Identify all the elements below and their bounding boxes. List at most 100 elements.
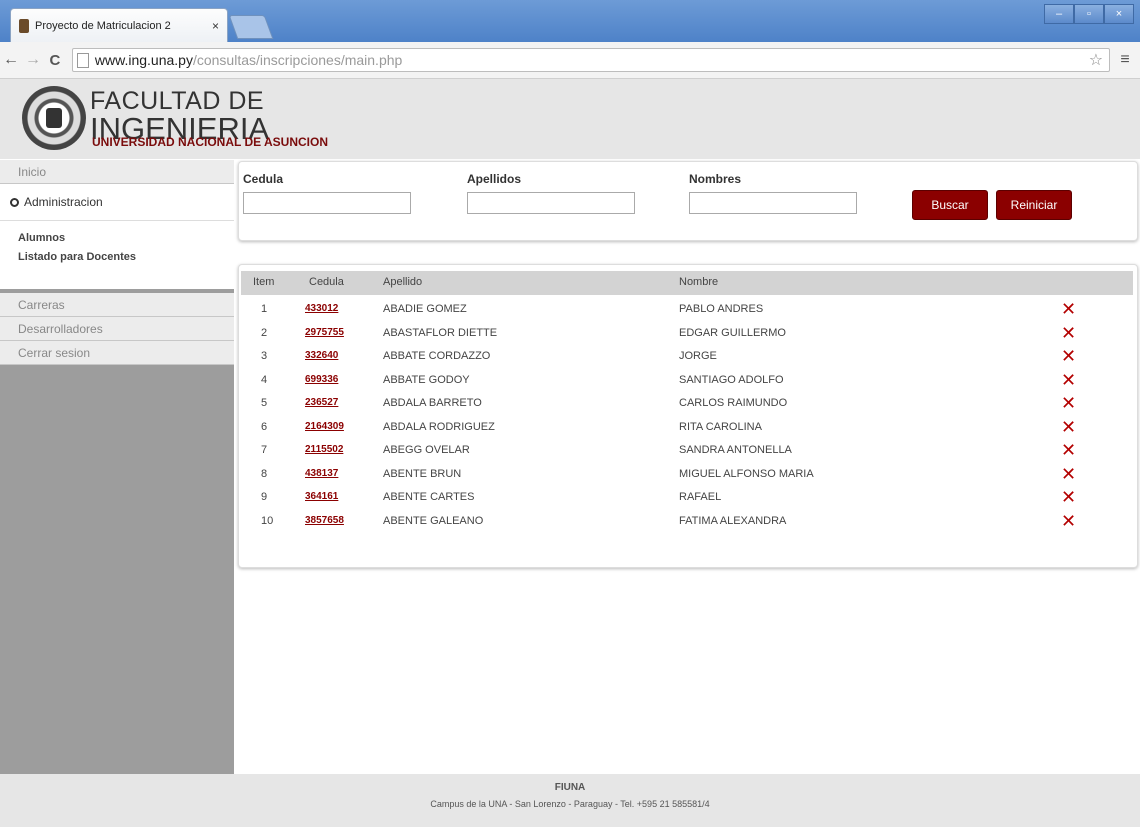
- apellido-cell: ABADIE GOMEZ: [383, 303, 467, 315]
- reiniciar-button[interactable]: Reiniciar: [996, 190, 1072, 220]
- apellido-cell: ABENTE GALEANO: [383, 514, 484, 527]
- cedula-link[interactable]: 332640: [305, 350, 338, 361]
- address-bar[interactable]: www.ing.una.py /consultas/inscripciones/…: [71, 48, 1111, 72]
- page-favicon-icon: [19, 18, 29, 33]
- apellido-cell: ABEGG OVELAR: [383, 444, 470, 456]
- table-body: 1 433012 ABADIE GOMEZ PABLO ANDRES ✕ 2 2975755…: [241, 299, 1133, 534]
- seal-emblem: [46, 108, 62, 128]
- browser-menu-icon[interactable]: ≡: [1110, 51, 1140, 69]
- apellido-cell: ABENTE CARTES: [383, 491, 475, 503]
- apellido-cell: ABASTAFLOR DIETTE: [383, 326, 498, 339]
- site-header: FACULTAD DE INGENIERIA UNIVERSIDAD NACIO…: [0, 79, 1140, 159]
- close-window-button[interactable]: ×: [1104, 4, 1134, 24]
- footer-title: FIUNA: [554, 782, 586, 793]
- sidebar-item-inicio[interactable]: Inicio: [0, 160, 234, 184]
- nombre-cell: EDGAR GUILLERMO: [679, 326, 786, 339]
- delete-icon[interactable]: ✕: [1061, 370, 1076, 390]
- submenu-link-alumnos[interactable]: Alumnos: [0, 229, 234, 248]
- table-row: 3 332640 ABBATE CORDAZZO JORGE ✕: [241, 346, 1133, 370]
- browser-toolbar: ← → C www.ing.una.py /consultas/inscripc…: [0, 42, 1140, 79]
- item-cell: 3: [261, 350, 268, 362]
- nombre-cell: RAFAEL: [679, 491, 722, 503]
- maximize-button[interactable]: ▫: [1074, 4, 1104, 24]
- cedula-link[interactable]: 438137: [305, 468, 338, 479]
- page-icon: [76, 52, 89, 68]
- footer-address: Campus de la UNA - San Lorenzo - Paragua…: [430, 799, 710, 809]
- nombres-input[interactable]: [689, 192, 857, 214]
- apellido-cell: ABDALA RODRIGUEZ: [383, 420, 495, 433]
- header-university-name: UNIVERSIDAD NACIONAL DE ASUNCION: [92, 135, 329, 149]
- table-header: Item Cedula Apellido Nombre: [241, 271, 1133, 295]
- cedula-link[interactable]: 699336: [305, 374, 338, 385]
- cedula-input[interactable]: [243, 192, 411, 214]
- item-cell: 7: [261, 444, 268, 456]
- window-controls: – ▫ ×: [1044, 4, 1134, 24]
- browser-tab[interactable]: Proyecto de Matriculacion 2 ×: [10, 8, 228, 42]
- item-cell: 4: [261, 373, 268, 386]
- header-nombre: Nombre: [679, 276, 719, 288]
- header-item: Item: [253, 276, 275, 288]
- delete-icon[interactable]: ✕: [1061, 346, 1076, 366]
- reload-button[interactable]: C: [44, 52, 66, 69]
- cedula-link[interactable]: 3857658: [305, 515, 344, 526]
- nombre-cell: SANDRA ANTONELLA: [679, 444, 792, 456]
- header-cedula: Cedula: [309, 276, 344, 288]
- cedula-link[interactable]: 236527: [305, 397, 338, 408]
- delete-icon[interactable]: ✕: [1061, 464, 1076, 484]
- results-table: Item Cedula Apellido Nombre 1 433012 ABADI…: [238, 264, 1138, 568]
- nombre-cell: FATIMA ALEXANDRA: [679, 514, 787, 527]
- admin-submenu: Alumnos Listado para Docentes: [0, 221, 234, 289]
- sidebar-item-desarrolladores[interactable]: Desarrolladores: [0, 317, 234, 341]
- cedula-link[interactable]: 364161: [305, 491, 338, 502]
- table-row: 6 2164309 ABDALA RODRIGUEZ RITA CAROLINA ✕: [241, 417, 1133, 441]
- delete-icon[interactable]: ✕: [1061, 417, 1076, 437]
- tab-close-icon[interactable]: ×: [212, 19, 219, 33]
- back-button[interactable]: ←: [0, 51, 22, 69]
- page-footer: FIUNA Campus de la UNA - San Lorenzo - P…: [0, 774, 1140, 827]
- new-tab-button[interactable]: [228, 15, 274, 39]
- item-cell: 2: [261, 326, 268, 339]
- buscar-button[interactable]: Buscar: [912, 190, 988, 220]
- delete-icon[interactable]: ✕: [1061, 511, 1076, 531]
- table-row: 1 433012 ABADIE GOMEZ PABLO ANDRES ✕: [241, 299, 1133, 323]
- item-cell: 9: [261, 491, 268, 503]
- delete-icon[interactable]: ✕: [1061, 440, 1076, 460]
- sidebar-item-carreras[interactable]: Carreras: [0, 293, 234, 317]
- cedula-link[interactable]: 433012: [305, 303, 338, 314]
- sidebar-item-label: Administracion: [24, 195, 103, 209]
- table-row: 5 236527 ABDALA BARRETO CARLOS RAIMUNDO ✕: [241, 393, 1133, 417]
- cedula-link[interactable]: 2115502: [305, 444, 343, 455]
- university-seal-logo: [22, 86, 86, 150]
- item-cell: 6: [261, 420, 268, 433]
- url-host: www.ing.una.py: [94, 52, 193, 68]
- item-cell: 10: [261, 514, 274, 527]
- delete-icon[interactable]: ✕: [1061, 393, 1076, 413]
- search-panel: Cedula Apellidos Nombres Buscar Reinicia…: [238, 161, 1138, 241]
- apellidos-label: Apellidos: [467, 172, 522, 186]
- delete-icon[interactable]: ✕: [1061, 299, 1076, 319]
- sidebar-item-administracion[interactable]: Administracion: [0, 184, 234, 221]
- apellidos-input[interactable]: [467, 192, 635, 214]
- tab-title: Proyecto de Matriculacion 2: [35, 19, 171, 32]
- submenu-link-docentes[interactable]: Listado para Docentes: [0, 248, 234, 267]
- bookmark-star-icon[interactable]: ☆: [1089, 50, 1103, 70]
- item-cell: 1: [261, 303, 268, 315]
- cedula-link[interactable]: 2975755: [305, 327, 344, 338]
- sidebar-item-cerrar-sesion[interactable]: Cerrar sesion: [0, 341, 234, 365]
- expanded-bullet-icon: [10, 197, 19, 207]
- title-bar: Proyecto de Matriculacion 2 × – ▫ ×: [0, 0, 1140, 42]
- apellido-cell: ABBATE CORDAZZO: [383, 350, 491, 362]
- cedula-link[interactable]: 2164309: [305, 421, 344, 432]
- item-cell: 5: [261, 397, 268, 409]
- item-cell: 8: [261, 467, 268, 480]
- table-row: 4 699336 ABBATE GODOY SANTIAGO ADOLFO ✕: [241, 370, 1133, 394]
- nombre-cell: RITA CAROLINA: [679, 420, 762, 433]
- nombres-label: Nombres: [689, 172, 742, 186]
- delete-icon[interactable]: ✕: [1061, 487, 1076, 507]
- header-apellido: Apellido: [383, 276, 423, 288]
- table-row: 8 438137 ABENTE BRUN MIGUEL ALFONSO MARIA ✕: [241, 464, 1133, 488]
- table-row: 2 2975755 ABASTAFLOR DIETTE EDGAR GUILLERMO…: [241, 323, 1133, 347]
- forward-button[interactable]: →: [22, 51, 44, 69]
- delete-icon[interactable]: ✕: [1061, 323, 1076, 343]
- minimize-button[interactable]: –: [1044, 4, 1074, 24]
